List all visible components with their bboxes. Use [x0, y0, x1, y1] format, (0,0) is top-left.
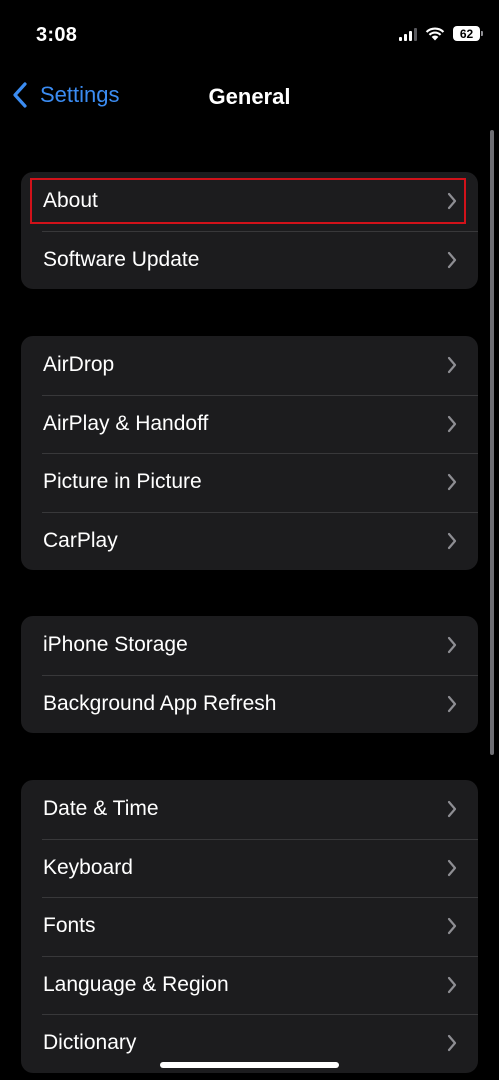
chevron-right-icon	[447, 859, 457, 876]
chevron-right-icon	[447, 193, 457, 210]
keyboard-row[interactable]: Keyboard	[21, 838, 478, 898]
about-row[interactable]: About	[21, 172, 478, 231]
about-label: About	[43, 189, 98, 213]
iphone-storage-label: iPhone Storage	[43, 633, 188, 657]
background-app-refresh-label: Background App Refresh	[43, 691, 277, 715]
language-region-row[interactable]: Language & Region	[21, 955, 478, 1015]
wifi-icon	[425, 27, 445, 41]
carplay-label: CarPlay	[43, 528, 118, 552]
navigation-bar: Settings General	[0, 70, 499, 124]
software-update-row[interactable]: Software Update	[21, 230, 478, 290]
fonts-row[interactable]: Fonts	[21, 897, 478, 956]
date-time-label: Date & Time	[43, 797, 159, 821]
settings-group-3: iPhone Storage Background App Refresh	[21, 616, 478, 733]
cellular-signal-icon	[399, 27, 417, 41]
chevron-right-icon	[447, 357, 457, 374]
chevron-right-icon	[447, 532, 457, 549]
airdrop-row[interactable]: AirDrop	[21, 336, 478, 395]
settings-group-4: Date & Time Keyboard Fonts Language & Re…	[21, 780, 478, 1073]
chevron-right-icon	[447, 474, 457, 491]
iphone-storage-row[interactable]: iPhone Storage	[21, 616, 478, 675]
settings-group-1: About Software Update	[21, 172, 478, 289]
status-bar: 3:08 62	[0, 0, 499, 70]
airplay-handoff-label: AirPlay & Handoff	[43, 411, 209, 435]
chevron-right-icon	[447, 251, 457, 268]
battery-icon: 62	[453, 26, 483, 41]
fonts-label: Fonts	[43, 914, 96, 938]
keyboard-label: Keyboard	[43, 855, 133, 879]
chevron-right-icon	[447, 801, 457, 818]
date-time-row[interactable]: Date & Time	[21, 780, 478, 839]
settings-group-2: AirDrop AirPlay & Handoff Picture in Pic…	[21, 336, 478, 570]
airdrop-label: AirDrop	[43, 353, 115, 377]
battery-level: 62	[453, 26, 480, 41]
page-title: General	[208, 84, 291, 109]
scroll-indicator[interactable]	[490, 130, 494, 755]
chevron-right-icon	[447, 1035, 457, 1052]
software-update-label: Software Update	[43, 247, 200, 271]
chevron-right-icon	[447, 918, 457, 935]
language-region-label: Language & Region	[43, 972, 229, 996]
chevron-right-icon	[447, 976, 457, 993]
status-time: 3:08	[36, 24, 78, 46]
status-icons: 62	[399, 26, 483, 41]
chevron-right-icon	[447, 415, 457, 432]
carplay-row[interactable]: CarPlay	[21, 511, 478, 571]
picture-in-picture-row[interactable]: Picture in Picture	[21, 453, 478, 512]
dictionary-label: Dictionary	[43, 1031, 137, 1055]
background-app-refresh-row[interactable]: Background App Refresh	[21, 674, 478, 734]
airplay-handoff-row[interactable]: AirPlay & Handoff	[21, 394, 478, 454]
chevron-right-icon	[447, 695, 457, 712]
chevron-right-icon	[447, 637, 457, 654]
picture-in-picture-label: Picture in Picture	[43, 470, 202, 494]
home-indicator[interactable]	[160, 1062, 339, 1068]
